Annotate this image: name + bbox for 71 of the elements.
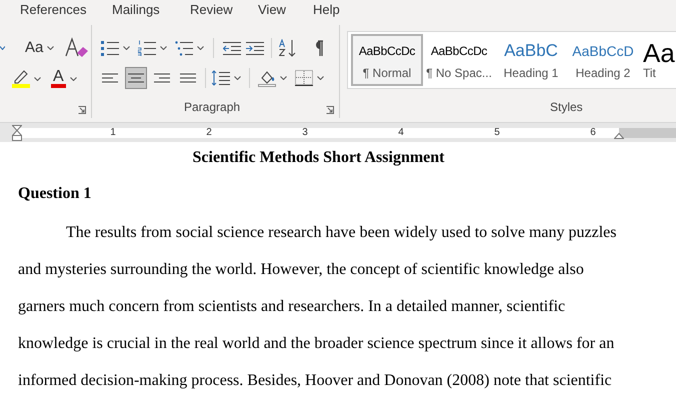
align-center-icon[interactable] [128, 71, 144, 85]
style-preview: Aa [643, 40, 675, 66]
borders-icon[interactable] [295, 70, 313, 86]
document-title: Scientific Methods Short Assignment [192, 148, 446, 168]
caret-icon[interactable] [317, 76, 324, 80]
increase-indent-icon[interactable] [246, 41, 264, 55]
shading-icon[interactable] [258, 69, 276, 87]
align-left-icon[interactable] [102, 71, 118, 85]
body-paragraph: The results from social science research have been widely used to solve many puzzles and mysteries surrounding the world. However, the concept of scientific knowledge also garners much concern from scientists and researchers. In a detailed manner, scientific knowledge is crucial in the real world and the broader science spectrum since it allows for an informed decision-making process. Besides, Hoover and Donovan (2008) note that scientific [18, 223, 618, 391]
style-preview: AaBbC [504, 40, 558, 62]
group-label: Styles [550, 99, 583, 116]
line-spacing-button[interactable] [212, 70, 241, 86]
style-option[interactable]: AaBbCcD Heading 2 [567, 34, 639, 86]
ribbon-tab[interactable]: View [258, 2, 286, 18]
highlighter-icon[interactable] [12, 69, 30, 89]
style-name: ¶ Normal [362, 66, 412, 80]
caret-icon[interactable] [160, 46, 167, 50]
ruler-number: 4 [398, 127, 404, 139]
ruler-margin [619, 128, 676, 138]
ribbon-tab[interactable]: References [20, 2, 86, 18]
caret-icon[interactable] [34, 77, 41, 81]
decrease-indent-icon[interactable] [223, 41, 241, 55]
highlight-color-button[interactable] [12, 69, 41, 89]
align-justify-icon[interactable] [180, 71, 196, 85]
caret-icon[interactable] [47, 46, 54, 50]
caret-icon[interactable] [234, 76, 241, 80]
caret-icon[interactable] [197, 46, 204, 50]
style-preview: AaBbCcDc [358, 43, 416, 60]
indent-marker-icon[interactable] [12, 125, 22, 141]
numbering-button[interactable] [138, 40, 167, 56]
right-indent-marker-icon[interactable] [614, 132, 624, 139]
style-preview: AaBbCcDc [430, 43, 488, 60]
ribbon-tab[interactable]: Review [190, 2, 233, 18]
style-option[interactable]: AaBbC Heading 1 [495, 34, 567, 86]
ruler-number: 6 [590, 127, 596, 139]
bulleted-list-icon[interactable] [101, 40, 119, 56]
group-label: Paragraph [184, 99, 240, 116]
borders-button[interactable] [295, 70, 324, 86]
line-spacing-icon[interactable] [212, 70, 230, 86]
sort-icon[interactable] [279, 39, 297, 57]
style-name: Heading 2 [576, 66, 630, 80]
font-color-button[interactable]: A [51, 70, 77, 88]
caret-icon[interactable] [123, 46, 130, 50]
caret-icon[interactable] [280, 76, 287, 80]
multilevel-list-icon[interactable] [175, 40, 193, 56]
style-name: Tit [643, 66, 656, 80]
ruler-number: 3 [302, 127, 308, 139]
style-name: Heading 1 [504, 66, 558, 80]
numbered-list-icon[interactable] [138, 40, 156, 56]
caret-icon[interactable] [0, 46, 5, 50]
ribbon-tab[interactable]: Help [313, 2, 340, 18]
ruler-number: 5 [494, 127, 500, 139]
style-option[interactable]: AaBbCcDc ¶ Normal [351, 34, 423, 86]
change-case-button[interactable]: Aa [25, 39, 54, 57]
ribbon-tab[interactable]: Mailings [112, 2, 160, 18]
style-option[interactable]: Aa Tit [639, 34, 673, 86]
shading-button[interactable] [258, 69, 287, 87]
dialog-launcher-icon[interactable] [326, 106, 334, 114]
clear-formatting-icon[interactable] [64, 37, 90, 59]
caret-icon[interactable] [70, 77, 77, 81]
style-preview: AaBbCcD [572, 42, 634, 61]
align-right-icon[interactable] [154, 71, 170, 85]
align-center-button[interactable] [125, 67, 147, 89]
bullets-button[interactable] [101, 40, 130, 56]
ruler-number: 1 [110, 127, 116, 139]
dialog-launcher-icon[interactable] [78, 106, 86, 114]
ruler-number: 2 [206, 127, 212, 139]
document-heading: Question 1 [18, 184, 92, 204]
style-option[interactable]: AaBbCcDc ¶ No Spac... [423, 34, 495, 86]
multilevel-list-button[interactable] [175, 40, 204, 56]
style-name: ¶ No Spac... [426, 66, 492, 80]
